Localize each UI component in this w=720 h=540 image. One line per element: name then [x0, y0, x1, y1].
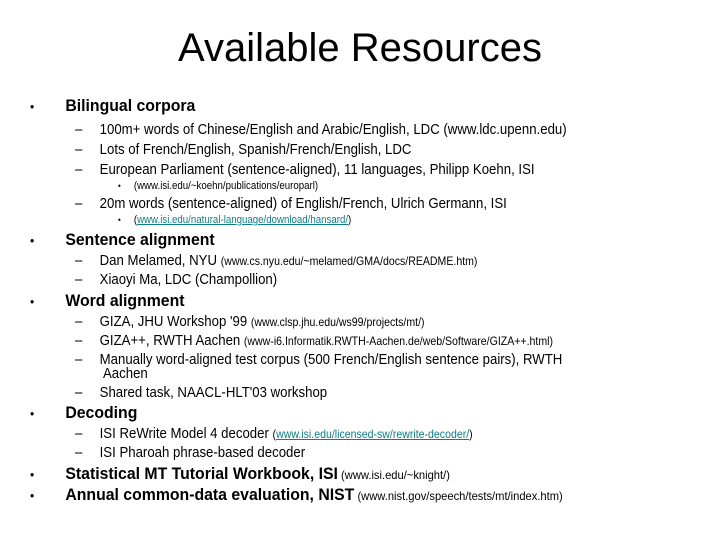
item-url: (www.cs.nyu.edu/~melamed/GMA/docs/README… — [220, 254, 478, 268]
bullet-icon: • — [30, 488, 35, 503]
item-url: (www.nist.gov/speech/tests/mt/index.htm) — [354, 489, 563, 503]
paren: ) — [348, 214, 352, 226]
bullet-icon: • — [30, 99, 35, 114]
dash-icon: – — [75, 195, 83, 212]
dash-icon: – — [75, 141, 83, 158]
bullet-icon: • — [118, 215, 121, 225]
item-text: Dan Melamed, NYU — [99, 252, 221, 269]
dash-icon: – — [75, 271, 83, 288]
bullet-label: Word alignment — [65, 291, 185, 310]
item-text: Xiaoyi Ma, LDC (Champollion) — [99, 271, 278, 288]
bullet-label: Statistical MT Tutorial Workbook, ISI — [65, 464, 338, 483]
bullet-workbook: • Statistical MT Tutorial Workbook, ISI (… — [30, 464, 450, 484]
bullet-sentence-alignment: • Sentence alignment — [30, 230, 215, 250]
list-item: – Dan Melamed, NYU (www.cs.nyu.edu/~melam… — [75, 252, 477, 269]
bullet-word-alignment: • Word alignment — [30, 291, 185, 311]
list-item: –20m words (sentence-aligned) of English… — [75, 195, 507, 212]
rewrite-decoder-link[interactable]: www.isi.edu/licensed-sw/rewrite-decoder/ — [276, 427, 469, 441]
slide-title: Available Resources — [178, 26, 542, 70]
dash-icon: – — [75, 252, 83, 269]
bullet-label: Sentence alignment — [65, 230, 215, 249]
list-item: – Manually word-aligned test corpus (500 … — [75, 351, 562, 368]
item-text: 100m+ words of Chinese/English and Arabi… — [99, 121, 567, 138]
bullet-label: Bilingual corpora — [65, 96, 196, 115]
item-text: Manually word-aligned test corpus (500 F… — [99, 351, 563, 368]
dash-icon: – — [75, 161, 83, 178]
list-item: –100m+ words of Chinese/English and Arab… — [75, 121, 567, 138]
list-item: – European Parliament (sentence-aligned),… — [75, 161, 535, 178]
dash-icon: – — [75, 351, 83, 368]
hansard-link[interactable]: www.isi.edu/natural-language/download/ha… — [137, 214, 348, 226]
sub-item: • (www.isi.edu/natural-language/download/… — [118, 214, 351, 226]
bullet-icon: • — [118, 181, 121, 191]
list-item-continuation: Aachen — [103, 365, 148, 382]
list-item: – Xiaoyi Ma, LDC (Champollion) — [75, 271, 277, 288]
dash-icon: – — [75, 444, 83, 461]
item-text: 20m words (sentence-aligned) of English/… — [99, 195, 507, 212]
list-item: – GIZA, JHU Workshop '99 (www.clsp.jhu.ed… — [75, 313, 425, 330]
item-url: (www.isi.edu/~knight/) — [337, 468, 450, 482]
item-text: Lots of French/English, Spanish/French/E… — [99, 141, 412, 158]
list-item: – Shared task, NAACL-HLT'03 workshop — [75, 384, 327, 401]
dash-icon: – — [75, 313, 83, 330]
list-item: – Lots of French/English, Spanish/French/… — [75, 141, 411, 158]
bullet-icon: • — [30, 406, 35, 421]
item-text: GIZA, JHU Workshop '99 — [99, 313, 251, 330]
dash-icon: – — [75, 121, 83, 138]
list-item: – ISI Pharoah phrase-based decoder — [75, 444, 305, 461]
item-text: GIZA++, RWTH Aachen — [99, 332, 244, 349]
bullet-nist: • Annual common-data evaluation, NIST (ww… — [30, 485, 563, 505]
sub-item: • (www.isi.edu/~koehn/publications/europa… — [118, 180, 318, 192]
dash-icon: – — [75, 425, 83, 442]
list-item: – GIZA++, RWTH Aachen (www-i6.Informatik.… — [75, 332, 553, 349]
bullet-label: Annual common-data evaluation, NIST — [65, 485, 355, 504]
item-url: (www-i6.Informatik.RWTH-Aachen.de/web/So… — [243, 334, 553, 348]
europarl-url: (www.isi.edu/~koehn/publications/europar… — [133, 180, 319, 192]
item-text: European Parliament (sentence-aligned), … — [99, 161, 535, 178]
bullet-bilingual-corpora: • Bilingual corpora — [30, 96, 195, 116]
bullet-icon: • — [30, 294, 35, 309]
dash-icon: – — [75, 384, 83, 401]
dash-icon: – — [75, 332, 83, 349]
bullet-decoding: • Decoding — [30, 403, 137, 423]
item-text: Shared task, NAACL-HLT'03 workshop — [99, 384, 328, 401]
item-text: ISI ReWrite Model 4 decoder — [99, 425, 273, 442]
bullet-icon: • — [30, 467, 35, 482]
item-url: (www.clsp.jhu.edu/ws99/projects/mt/) — [250, 315, 425, 329]
bullet-label: Decoding — [65, 403, 138, 422]
item-text: ISI Pharoah phrase-based decoder — [99, 444, 306, 461]
list-item: – ISI ReWrite Model 4 decoder (www.isi.ed… — [75, 425, 473, 442]
paren: ) — [469, 427, 473, 441]
bullet-icon: • — [30, 233, 35, 248]
